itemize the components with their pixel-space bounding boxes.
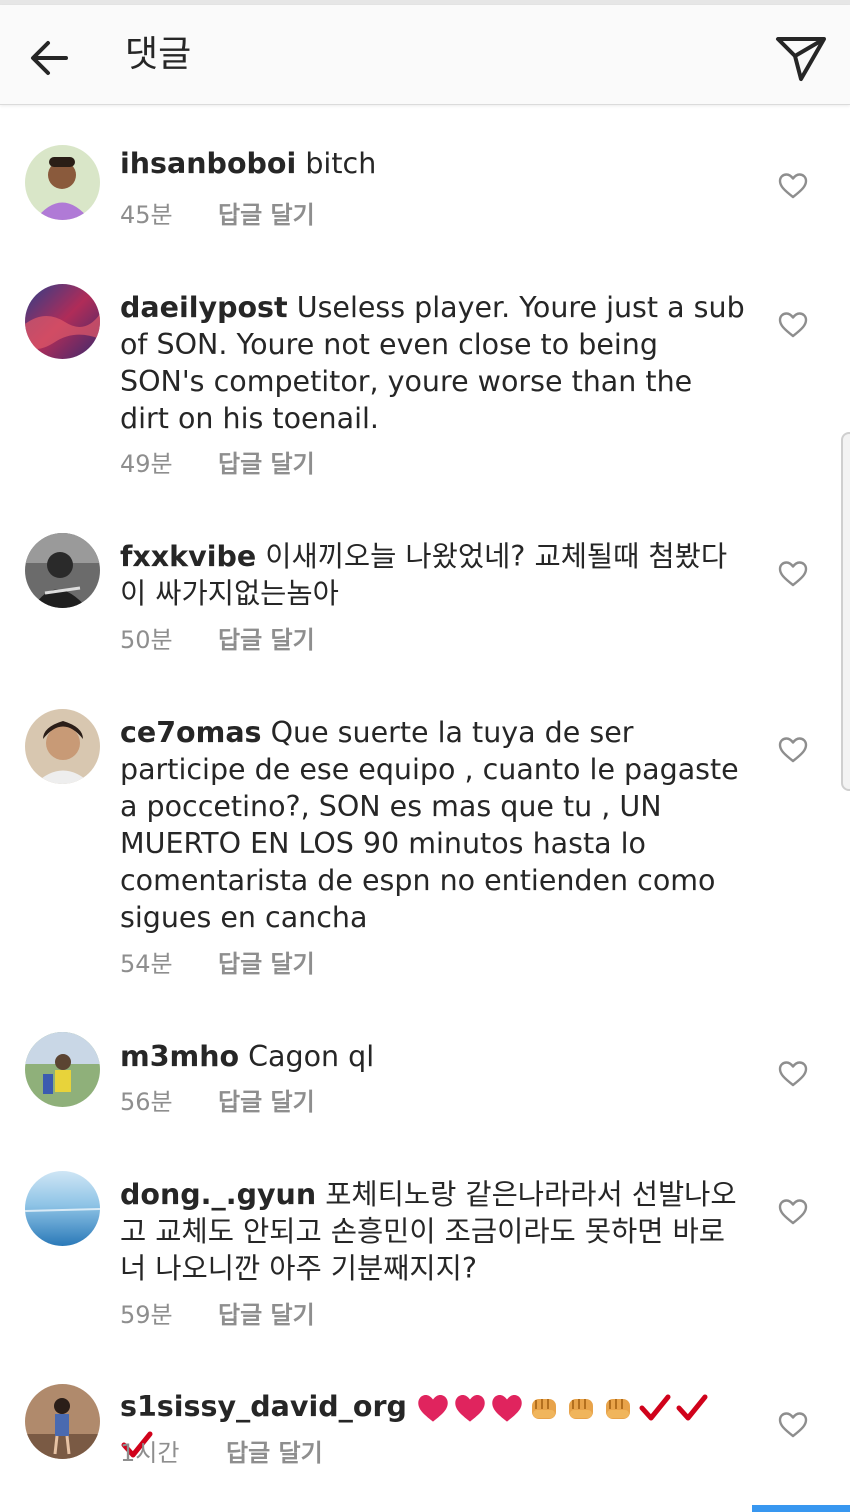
- reply-button[interactable]: 답글 달기: [218, 450, 315, 478]
- reply-button[interactable]: 답글 달기: [218, 1301, 315, 1329]
- comment-meta: 56분 답글 달기: [120, 1087, 315, 1117]
- comment-text: daeilypost Useless player. Youre just a …: [120, 289, 745, 437]
- heart-emoji-icon: [492, 1394, 522, 1422]
- comment-username[interactable]: ce7omas: [120, 716, 262, 749]
- comment-timestamp: 1시간: [120, 1439, 180, 1467]
- comment-timestamp: 45분: [120, 201, 173, 229]
- avatar[interactable]: [25, 709, 100, 784]
- page-title: 댓글: [125, 34, 192, 75]
- reply-button[interactable]: 답글 달기: [218, 950, 315, 978]
- reply-button[interactable]: 답글 달기: [218, 1088, 315, 1116]
- comment-meta: 50분 답글 달기: [120, 625, 315, 655]
- reply-button[interactable]: 답글 달기: [218, 626, 315, 654]
- comment-meta: 54분 답글 달기: [120, 949, 315, 979]
- comment-username[interactable]: m3mho: [120, 1040, 239, 1073]
- comment-username[interactable]: s1sissy_david_org: [120, 1390, 407, 1423]
- heart-emoji-icon: [455, 1394, 485, 1422]
- comment-timestamp: 54분: [120, 950, 173, 978]
- comment-text: m3mho Cagon ql: [120, 1038, 745, 1075]
- comment-timestamp: 56분: [120, 1088, 173, 1116]
- comment-text: dong._.gyun 포체티노랑 같은나라라서 선발나오고 교체도 안되고 손…: [120, 1176, 745, 1287]
- comment-meta: 45분 답글 달기: [120, 200, 315, 230]
- comment-username[interactable]: fxxkvibe: [120, 540, 256, 573]
- avatar[interactable]: [25, 1384, 100, 1459]
- avatar[interactable]: [25, 533, 100, 608]
- check-emoji-icon: [639, 1394, 671, 1421]
- avatar[interactable]: [25, 1032, 100, 1107]
- bottom-accent-bar: [752, 1505, 850, 1512]
- comment-text: fxxkvibe 이새끼오늘 나왔었네? 교체될때 첨봤다 이 싸가지없는놈아: [120, 538, 745, 612]
- comment-timestamp: 59분: [120, 1301, 173, 1329]
- comment-meta: 49분 답글 달기: [120, 449, 315, 479]
- like-heart-icon[interactable]: [778, 560, 808, 588]
- fist-emoji-icon: [606, 1399, 631, 1419]
- fist-emoji-icon: [569, 1399, 594, 1419]
- comment-timestamp: 50분: [120, 626, 173, 654]
- reply-button[interactable]: 답글 달기: [218, 201, 315, 229]
- comment-timestamp: 49분: [120, 450, 173, 478]
- paper-plane-icon[interactable]: [774, 31, 828, 85]
- comment-username[interactable]: daeilypost: [120, 291, 288, 324]
- comment-body: Cagon ql: [248, 1040, 375, 1073]
- fist-emoji-icon: [532, 1399, 557, 1419]
- like-heart-icon[interactable]: [778, 736, 808, 764]
- avatar[interactable]: [25, 1171, 100, 1246]
- like-heart-icon[interactable]: [778, 311, 808, 339]
- like-heart-icon[interactable]: [778, 1411, 808, 1439]
- comment-text: ce7omas Que suerte la tuya de ser partic…: [120, 714, 745, 936]
- avatar[interactable]: [25, 145, 100, 220]
- comment-username[interactable]: dong._.gyun: [120, 1178, 316, 1211]
- comment-body: bitch: [305, 147, 377, 180]
- top-bar: 댓글: [0, 5, 850, 105]
- reply-button[interactable]: 답글 달기: [226, 1439, 323, 1467]
- arrow-left-icon[interactable]: [26, 35, 72, 81]
- check-emoji-icon: [676, 1394, 708, 1421]
- comment-meta: 59분 답글 달기: [120, 1300, 315, 1330]
- like-heart-icon[interactable]: [778, 1060, 808, 1088]
- comment-text: ihsanboboi bitch: [120, 145, 745, 182]
- like-heart-icon[interactable]: [778, 172, 808, 200]
- scrollbar[interactable]: [841, 432, 850, 791]
- comment-meta: 1시간 답글 달기: [120, 1438, 323, 1468]
- like-heart-icon[interactable]: [778, 1198, 808, 1226]
- heart-emoji-icon: [418, 1394, 448, 1422]
- comment-username[interactable]: ihsanboboi: [120, 147, 296, 180]
- avatar[interactable]: [25, 284, 100, 359]
